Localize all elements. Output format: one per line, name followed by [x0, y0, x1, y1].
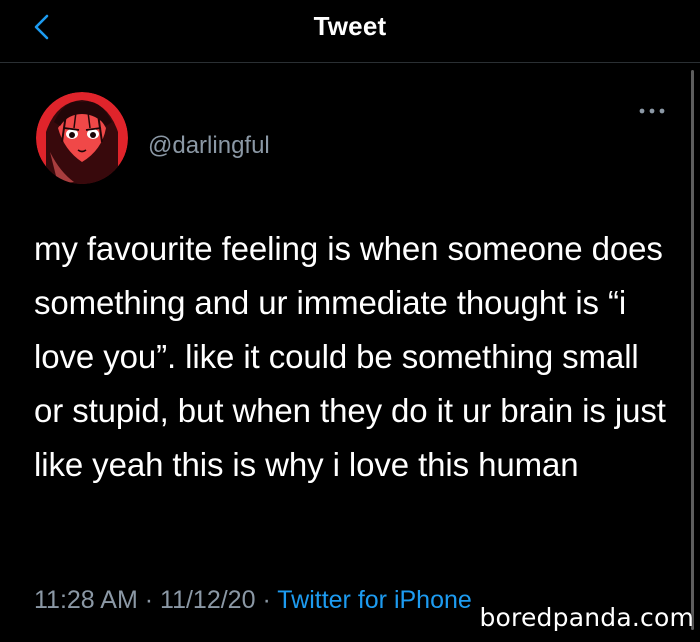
- tweet-date: 11/12/20: [160, 586, 256, 614]
- top-navigation-bar: Tweet: [0, 0, 700, 63]
- tweet-time: 11:28 AM: [34, 586, 138, 614]
- avatar-image: [36, 92, 128, 184]
- tweet-source-link[interactable]: Twitter for iPhone: [277, 586, 472, 614]
- scrollbar[interactable]: [691, 70, 694, 630]
- tweet-text: my favourite feeling is when someone doe…: [34, 230, 666, 483]
- more-options-icon[interactable]: [638, 106, 666, 116]
- tweet-detail-screen: Tweet @darlingful my favourite feeling i…: [0, 0, 700, 642]
- author-handle[interactable]: @darlingful: [148, 132, 270, 160]
- avatar[interactable]: [36, 92, 128, 184]
- meta-separator: ·: [262, 586, 271, 614]
- page-title: Tweet: [313, 11, 387, 41]
- meta-separator: ·: [144, 586, 154, 614]
- watermark: boredpanda.com: [479, 603, 694, 632]
- tweet-metadata: 11:28 AM · 11/12/20 · Twitter for iPhone: [34, 586, 472, 615]
